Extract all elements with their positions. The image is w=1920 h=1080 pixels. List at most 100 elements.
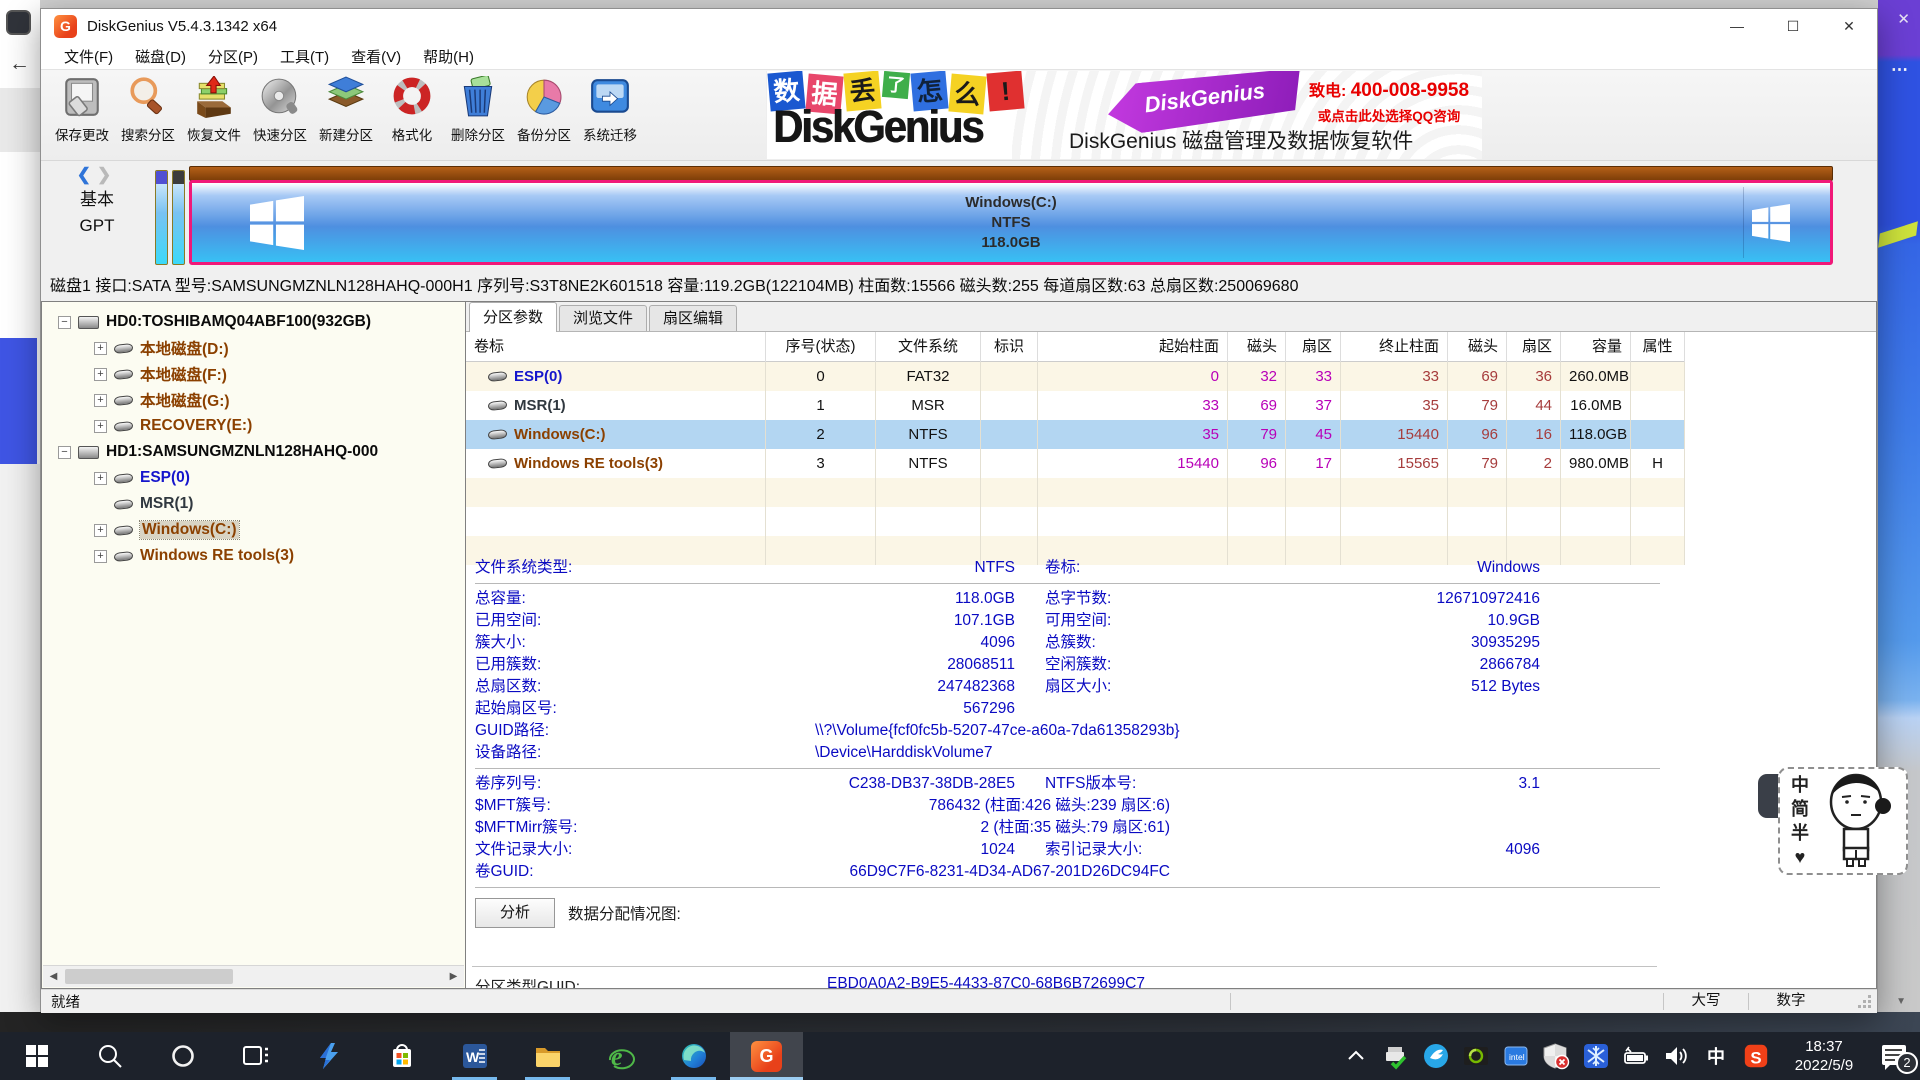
column-header-5[interactable]: 磁头 [1228, 332, 1286, 362]
sogou-icon[interactable]: S [1736, 1032, 1776, 1080]
expand-icon[interactable]: + [94, 550, 107, 563]
analyze-button[interactable]: 分析 [475, 898, 555, 928]
taskbar-store[interactable] [365, 1032, 438, 1080]
tree-item-label: Windows(C:) [140, 521, 239, 539]
tree-item-hd0-toshibamq04abf100-932gb-[interactable]: −HD0:TOSHIBAMQ04ABF100(932GB) [48, 309, 465, 335]
column-header-11[interactable]: 属性 [1631, 332, 1685, 362]
toolbar-button-save[interactable]: 保存更改 [49, 70, 115, 158]
menu-item-4[interactable]: 查看(V) [340, 46, 412, 67]
scroll-left-arrow-icon[interactable]: ◀ [43, 966, 64, 987]
toolbar-button-newpart[interactable]: 新建分区 [313, 70, 379, 158]
tab-0[interactable]: 分区参数 [469, 302, 557, 332]
volume-icon[interactable] [1656, 1032, 1696, 1080]
taskbar-search[interactable] [73, 1032, 146, 1080]
prev-disk-arrow-icon[interactable]: ❮ [77, 165, 97, 184]
taskbar-clock[interactable]: 18:37 2022/5/9 [1776, 1037, 1872, 1075]
column-header-3[interactable]: 标识 [981, 332, 1038, 362]
expand-icon[interactable]: + [94, 368, 107, 381]
tree-item-esp-0-[interactable]: +ESP(0) [48, 465, 465, 491]
detail-value: 2866784 [1205, 654, 1540, 676]
tray-expand-icon[interactable] [1336, 1032, 1376, 1080]
column-header-2[interactable]: 文件系统 [876, 332, 981, 362]
tree-item--d-[interactable]: +本地磁盘(D:) [48, 335, 465, 361]
taskbar-ie[interactable]: e [584, 1032, 657, 1080]
column-header-7[interactable]: 终止柱面 [1341, 332, 1448, 362]
defender-icon[interactable] [1536, 1032, 1576, 1080]
battery-icon[interactable] [1616, 1032, 1656, 1080]
table-row-windows-c-[interactable]: Windows(C:)2NTFS357945154409616118.0GB [466, 420, 1685, 449]
expand-icon[interactable]: + [94, 472, 107, 485]
toolbar-button-migrate[interactable]: 系统迁移 [577, 70, 643, 158]
ime-indicator[interactable]: 中 [1696, 1032, 1736, 1080]
column-header-9[interactable]: 扇区 [1507, 332, 1561, 362]
tree-item-msr-1-[interactable]: MSR(1) [48, 491, 465, 517]
partition-bar-msr[interactable] [172, 170, 185, 265]
detail-row-3: 已用空间:107.1GB可用空间:10.9GB [475, 610, 1676, 632]
tree-item-windows-c-[interactable]: + Windows(C:) [48, 517, 465, 543]
expand-icon[interactable]: + [94, 394, 107, 407]
qq-link[interactable]: 或点击此处选择QQ咨询 [1300, 105, 1478, 125]
column-header-6[interactable]: 扇区 [1286, 332, 1341, 362]
minimize-button[interactable]: — [1709, 9, 1765, 43]
close-button[interactable]: ✕ [1821, 9, 1877, 43]
partition-bar-esp[interactable] [155, 170, 168, 265]
menu-item-0[interactable]: 文件(F) [53, 46, 124, 67]
expand-icon[interactable]: + [94, 524, 107, 537]
column-header-10[interactable]: 容量 [1561, 332, 1631, 362]
taskbar-start[interactable] [0, 1032, 73, 1080]
tree-hscrollbar[interactable]: ◀ ▶ [43, 965, 464, 987]
tree-item-windows-re-tools-3-[interactable]: +Windows RE tools(3) [48, 543, 465, 569]
toolbar-button-recover[interactable]: 恢复文件 [181, 70, 247, 158]
taskbar-task-view[interactable] [219, 1032, 292, 1080]
taskbar-file-explorer[interactable] [511, 1032, 584, 1080]
column-header-4[interactable]: 起始柱面 [1038, 332, 1228, 362]
ad-banner[interactable]: 数据丢了怎么! DiskGenius DiskGenius DiskGenius… [766, 71, 1482, 159]
column-header-0[interactable]: 卷标 [466, 332, 766, 362]
menu-item-2[interactable]: 分区(P) [197, 46, 269, 67]
menu-item-1[interactable]: 磁盘(D) [124, 46, 197, 67]
banner-contact[interactable]: 致电: 400-008-9958 或点击此处选择QQ咨询 [1300, 77, 1478, 125]
wangwang-icon[interactable] [1416, 1032, 1456, 1080]
toolbar-button-backup[interactable]: 备份分区 [511, 70, 577, 158]
intel-icon[interactable]: intel [1496, 1032, 1536, 1080]
tree-item-recovery-e-[interactable]: +RECOVERY(E:) [48, 413, 465, 439]
tree-item--g-[interactable]: +本地磁盘(G:) [48, 387, 465, 413]
sogou-ime-widget[interactable]: 中简半♥ [1778, 767, 1908, 875]
detail-value: 66D9C7F6-8231-4D34-AD67-201D26DC94FC [670, 861, 1170, 883]
collapse-icon[interactable]: − [58, 446, 71, 459]
table-row-windows-re-tools-3-[interactable]: Windows RE tools(3)3NTFS1544096171556579… [466, 449, 1685, 478]
collapse-icon[interactable]: − [58, 316, 71, 329]
next-disk-arrow-icon[interactable]: ❯ [97, 165, 117, 184]
column-header-1[interactable]: 序号(状态) [766, 332, 876, 362]
scroll-right-arrow-icon[interactable]: ▶ [443, 966, 464, 987]
partition-bar-windows-c[interactable]: Windows(C:) NTFS 118.0GB [189, 180, 1833, 265]
action-center-icon[interactable]: 2 [1872, 1032, 1920, 1080]
toolbar-button-quick[interactable]: 快速分区 [247, 70, 313, 158]
table-row-msr-1-[interactable]: MSR(1)1MSR33693735794416.0MB [466, 391, 1685, 420]
table-row-esp-0-[interactable]: ESP(0)0FAT3203233336936260.0MB [466, 362, 1685, 391]
tab-1[interactable]: 浏览文件 [559, 305, 647, 331]
menu-item-3[interactable]: 工具(T) [269, 46, 340, 67]
taskbar-word[interactable]: W [438, 1032, 511, 1080]
maximize-button[interactable]: ☐ [1765, 9, 1821, 43]
taskbar-thunder[interactable] [292, 1032, 365, 1080]
snowflake-icon[interactable] [1576, 1032, 1616, 1080]
taskbar-cortana[interactable] [146, 1032, 219, 1080]
toolbar-button-format[interactable]: 格式化 [379, 70, 445, 158]
tree-item--f-[interactable]: +本地磁盘(F:) [48, 361, 465, 387]
menu-item-5[interactable]: 帮助(H) [412, 46, 485, 67]
tab-2[interactable]: 扇区编辑 [649, 305, 737, 331]
expand-icon[interactable]: + [94, 420, 107, 433]
detail-value: NTFS [670, 557, 1015, 579]
scroll-thumb[interactable] [65, 969, 233, 984]
taskbar-diskgenius[interactable]: G [730, 1032, 803, 1080]
nvidia-icon[interactable] [1456, 1032, 1496, 1080]
taskbar-edge[interactable] [657, 1032, 730, 1080]
column-header-8[interactable]: 磁头 [1448, 332, 1507, 362]
toolbar-button-delete[interactable]: 删除分区 [445, 70, 511, 158]
tree-item-hd1-samsungmznln128hahq-000[interactable]: −HD1:SAMSUNGMZNLN128HAHQ-000 [48, 439, 465, 465]
toolbar-button-search[interactable]: 搜索分区 [115, 70, 181, 158]
resize-grip[interactable] [1833, 990, 1877, 1013]
printer-icon[interactable] [1376, 1032, 1416, 1080]
expand-icon[interactable]: + [94, 342, 107, 355]
